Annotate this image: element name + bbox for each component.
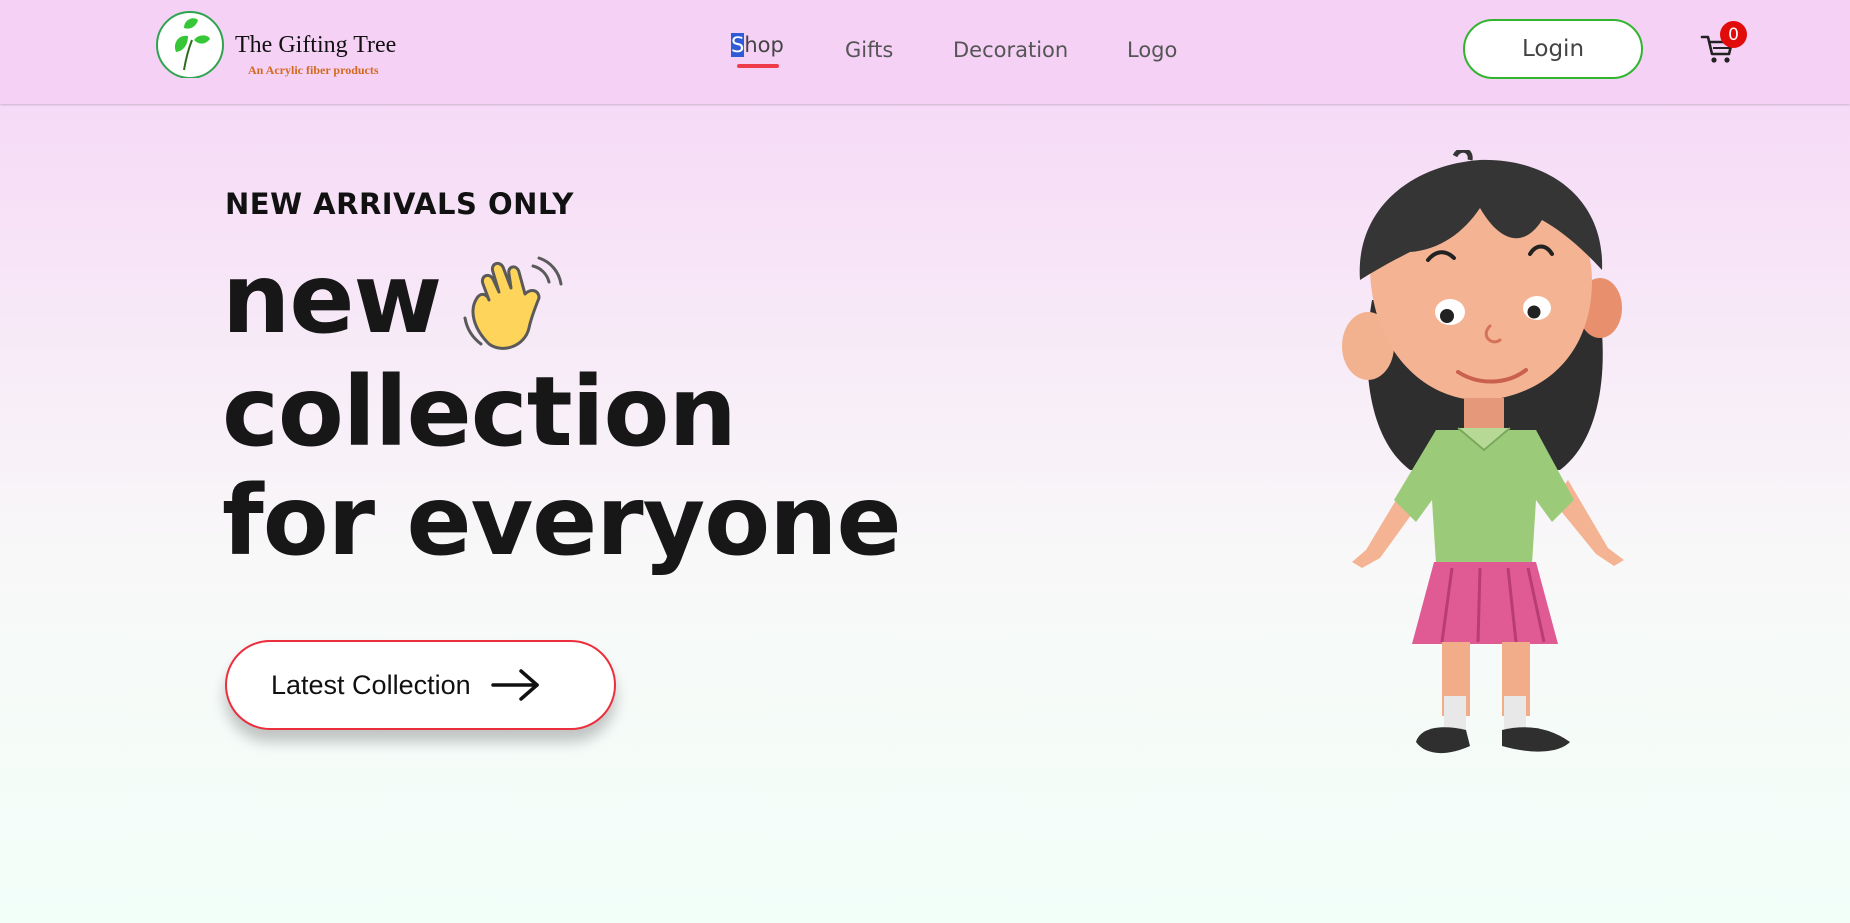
arrow-right-icon	[490, 669, 539, 701]
hero-title-line-2: collection	[222, 355, 737, 468]
login-button[interactable]: Login	[1463, 19, 1643, 79]
brand-logo[interactable]: The Gifting Tree An Acrylic fiber produc…	[154, 6, 414, 86]
hero-title-word-new: new	[222, 243, 442, 355]
latest-collection-button[interactable]: Latest Collection	[225, 640, 616, 730]
nav-item-shop-selected-text: S	[731, 33, 745, 57]
brand-name: The Gifting Tree	[235, 32, 397, 58]
latest-collection-label: Latest Collection	[271, 669, 471, 700]
waving-hand-icon	[463, 256, 563, 350]
girl-illustration	[1342, 150, 1624, 754]
cart-count-badge: 0	[1720, 21, 1747, 48]
brand-tagline: An Acrylic fiber products	[248, 63, 379, 77]
hero-title-line-3: for everyone	[222, 464, 902, 577]
leaf-logo-icon	[156, 11, 224, 78]
active-nav-underline	[737, 64, 779, 68]
nav-item-shop-rest: hop	[744, 33, 784, 57]
nav-item-decoration[interactable]: Decoration	[953, 38, 1068, 62]
navbar: The Gifting Tree An Acrylic fiber produc…	[0, 0, 1850, 104]
nav-item-shop[interactable]: Shop	[731, 33, 784, 57]
nav-item-gifts[interactable]: Gifts	[845, 38, 893, 62]
hero-title-line-1: new	[222, 245, 901, 358]
hero-kicker: NEW ARRIVALS ONLY	[225, 187, 574, 221]
nav-item-logo[interactable]: Logo	[1127, 38, 1177, 62]
hero-title: new collection for everyone	[222, 245, 902, 577]
